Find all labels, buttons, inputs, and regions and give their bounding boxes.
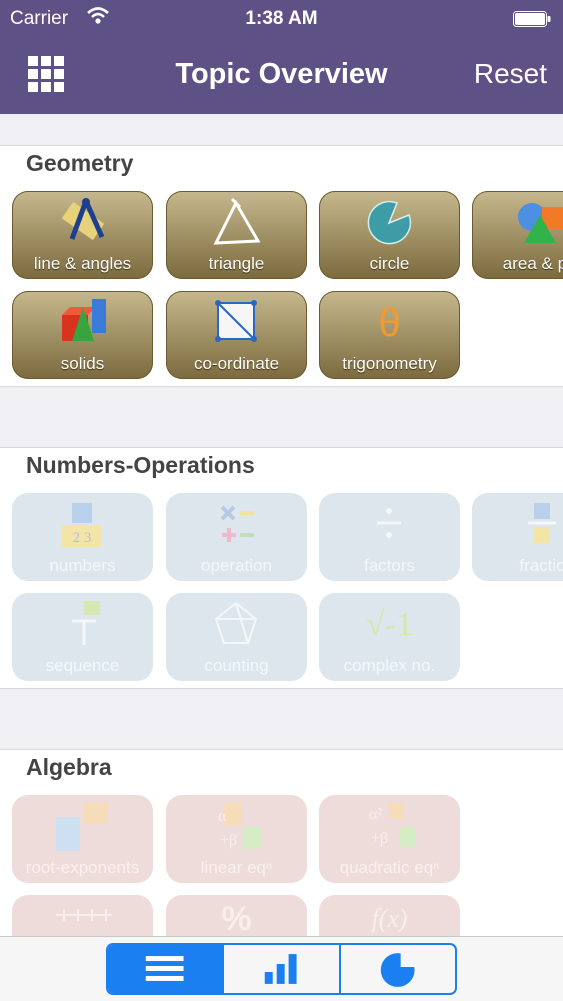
segment-pie[interactable] (338, 945, 455, 993)
tile-label: numbers (49, 556, 116, 575)
segment-stats[interactable] (222, 945, 338, 993)
root-exponents-icon (56, 803, 108, 851)
geometry-section: Geometry line & angles triangle circle a… (0, 145, 563, 387)
bottom-toolbar (0, 936, 563, 1001)
shapes-icon (518, 203, 563, 243)
pie-chart-icon (380, 951, 417, 987)
tile-label: circle (369, 254, 410, 273)
coordinate-icon (215, 300, 257, 342)
tile-label: trigonometry (342, 354, 437, 373)
tile-function[interactable]: f(x) (319, 895, 460, 940)
tile-label: sequence (45, 656, 120, 675)
tile-percent[interactable]: % (166, 895, 307, 940)
tile-coordinate[interactable]: co-ordinate (166, 291, 307, 379)
counting-icon (214, 601, 258, 644)
tile-label: fractio (519, 556, 563, 575)
tile-area-perimeter[interactable]: area & per (472, 191, 563, 279)
reset-button[interactable]: Reset (474, 58, 547, 90)
linear-eq-icon: α +β (218, 803, 262, 849)
theta-icon: θ (378, 301, 401, 345)
segment-list[interactable] (108, 945, 223, 993)
svg-text:α: α (218, 808, 227, 825)
fraction-icon (528, 503, 556, 543)
section-title-numbers: Numbers-Operations (26, 452, 255, 478)
tile-root-exponents[interactable]: root-exponents (12, 795, 153, 883)
tile-complex-numbers[interactable]: √-1 complex no. (319, 593, 460, 681)
tile-solids[interactable]: solids (12, 291, 153, 379)
tile-triangle[interactable]: triangle (166, 191, 307, 279)
operation-icon (220, 505, 254, 542)
numbers-section: Numbers-Operations 2 3 numbers operation… (0, 447, 563, 689)
tile-factors[interactable]: factors (319, 493, 460, 581)
function-icon: f(x) (371, 904, 408, 933)
tile-label: co-ordinate (193, 354, 280, 373)
algebra-section: Algebra root-exponents α +β linear eqⁿ α… (0, 749, 563, 941)
tile-linear-eq[interactable]: α +β linear eqⁿ (166, 795, 307, 883)
navigation-bar: Topic Overview Reset (0, 38, 563, 114)
tile-label: area & per (502, 254, 563, 273)
section-title-geometry: Geometry (26, 150, 134, 176)
tile-label: complex no. (343, 656, 436, 675)
tile-label: operation (201, 556, 272, 575)
quadratic-eq-icon: α² +β (369, 803, 415, 847)
numbers-icon: 2 3 (62, 503, 102, 547)
sqrt-icon: √-1 (366, 606, 413, 643)
status-bar: Carrier 1:38 AM (0, 0, 563, 38)
tile-sequence[interactable]: sequence (12, 593, 153, 681)
tile-label: line & angles (33, 254, 132, 273)
tile-label: triangle (208, 254, 265, 273)
status-time: 1:38 AM (245, 8, 318, 29)
circle-sector-icon (367, 200, 412, 245)
svg-text:α²: α² (369, 806, 382, 823)
svg-text:+β: +β (371, 830, 388, 847)
tile-quadratic-eq[interactable]: α² +β quadratic eqⁿ (319, 795, 460, 883)
svg-text:2 3: 2 3 (73, 530, 92, 546)
number-line-icon (56, 909, 112, 921)
tile-label: quadratic eqⁿ (339, 858, 440, 877)
percent-icon: % (221, 900, 252, 938)
tile-operation[interactable]: operation (166, 493, 307, 581)
tile-trigonometry[interactable]: θ trigonometry (319, 291, 460, 379)
solids-icon (62, 299, 106, 341)
view-segmented-control (106, 943, 457, 995)
tile-fractions[interactable]: fractio (472, 493, 563, 581)
tile-number-line[interactable] (12, 895, 153, 940)
triangle-icon (213, 197, 261, 245)
tile-label: linear eqⁿ (200, 858, 273, 877)
factors-icon (377, 508, 401, 538)
tile-numbers[interactable]: 2 3 numbers (12, 493, 153, 581)
sequence-icon (72, 601, 100, 645)
list-icon (145, 956, 184, 981)
tile-label: solids (60, 354, 105, 373)
tile-label: counting (204, 656, 269, 675)
battery-icon (513, 11, 551, 27)
tile-counting[interactable]: counting (166, 593, 307, 681)
tile-circle[interactable]: circle (319, 191, 460, 279)
compass-icon (61, 198, 105, 241)
tile-line-angles[interactable]: line & angles (12, 191, 153, 279)
section-title-algebra: Algebra (26, 754, 112, 780)
tile-label: factors (363, 556, 416, 575)
bar-chart-icon (265, 954, 297, 984)
tile-label: root-exponents (25, 858, 140, 877)
svg-text:+β: +β (220, 832, 237, 849)
